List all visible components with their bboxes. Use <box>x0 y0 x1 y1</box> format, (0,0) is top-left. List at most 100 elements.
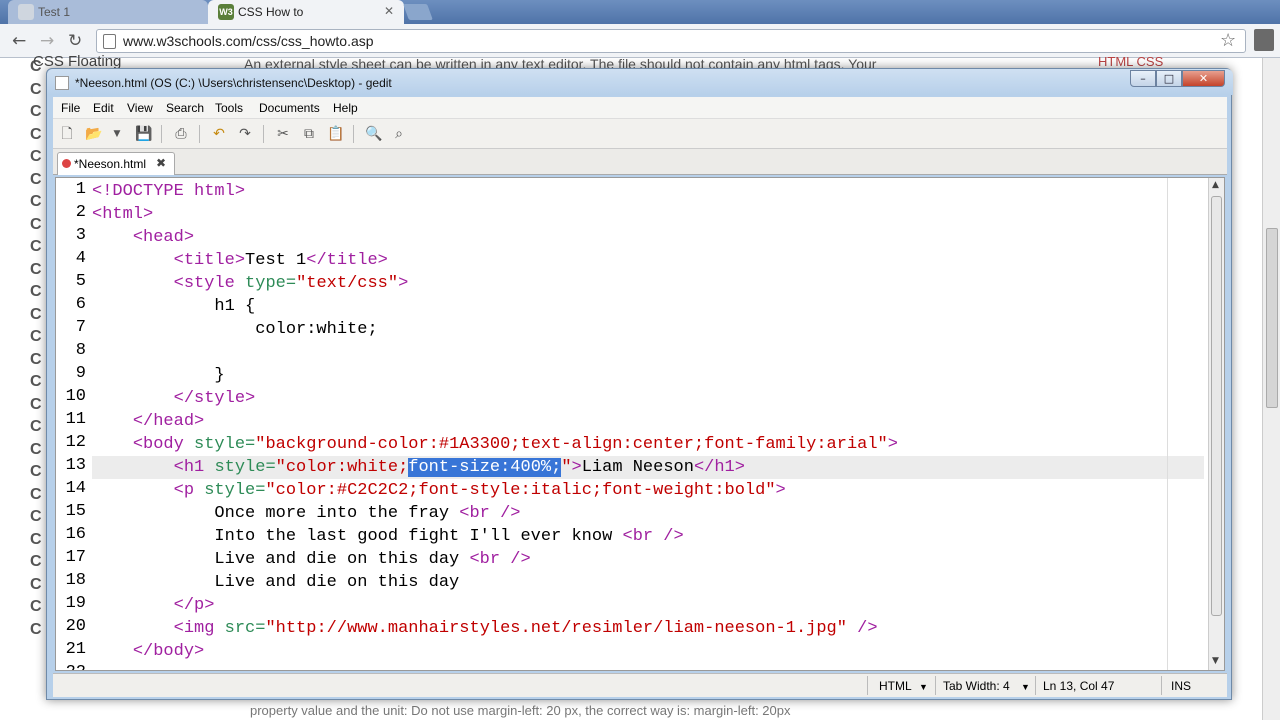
code-token: style= <box>214 458 276 477</box>
find-replace-icon[interactable]: ⌕ <box>391 126 407 142</box>
code-line[interactable]: <img src="http://www.manhairstyles.net/r… <box>92 617 878 640</box>
scroll-up-icon[interactable]: ▲ <box>1212 180 1219 190</box>
code-line[interactable]: Once more into the fray <br /> <box>92 502 520 525</box>
editor-scrollbar[interactable]: ▲ ▼ <box>1208 178 1224 670</box>
paste-icon[interactable]: 📋 <box>327 126 344 142</box>
code-line[interactable]: <head> <box>92 226 194 249</box>
browser-tab-css-how-to[interactable]: W3 CSS How to ✕ <box>208 0 404 24</box>
language-selector[interactable]: HTML <box>879 679 912 693</box>
code-line[interactable]: } <box>92 364 224 387</box>
code-token: Liam Neeson <box>581 458 694 477</box>
undo-icon[interactable]: ↶ <box>211 126 227 142</box>
open-document-icon[interactable]: 📂 <box>85 126 102 142</box>
web-page-nav-link[interactable]: HTML CSS <box>1098 54 1163 69</box>
code-line[interactable]: <title>Test 1</title> <box>92 249 388 272</box>
new-document-icon[interactable]: 🗋 <box>59 126 75 142</box>
window-titlebar[interactable]: *Neeson.html (OS (C:) \Users\christensen… <box>47 69 1233 95</box>
document-tab-neeson[interactable]: *Neeson.html ✖ <box>57 152 175 175</box>
line-number: 14 <box>65 479 86 498</box>
line-number: 15 <box>65 502 86 521</box>
browser-tab-test1[interactable]: Test 1 <box>8 0 208 24</box>
close-window-icon[interactable]: ✕ <box>1182 70 1225 87</box>
code-line[interactable]: </head> <box>92 410 204 433</box>
address-bar[interactable]: www.w3schools.com/css/css_howto.asp <box>96 29 1246 53</box>
code-token: "text/css" <box>296 274 399 293</box>
code-line[interactable]: Live and die on this day <br /> <box>92 548 531 571</box>
toolbar-separator <box>263 125 264 143</box>
language-dropdown-icon[interactable]: ▼ <box>919 682 928 692</box>
status-separator <box>935 676 936 695</box>
code-token: </style> <box>173 389 256 408</box>
close-document-icon[interactable]: ✖ <box>156 156 166 170</box>
code-token: "http://www.manhairstyles.net/resimler/l… <box>265 619 847 638</box>
close-tab-icon[interactable]: ✕ <box>384 4 394 18</box>
code-token: <br /> <box>469 550 531 569</box>
copy-icon[interactable]: ⧉ <box>301 126 317 142</box>
page-favicon-icon <box>18 4 34 20</box>
scrollbar-thumb[interactable] <box>1266 228 1278 408</box>
code-token: src= <box>224 619 266 638</box>
menu-help[interactable]: Help <box>333 101 358 115</box>
tab-width-selector[interactable]: Tab Width: 4 <box>943 679 1010 693</box>
minimize-icon[interactable]: – <box>1130 70 1156 87</box>
code-line[interactable]: <p style="color:#C2C2C2;font-style:itali… <box>92 479 786 502</box>
menu-documents[interactable]: Documents <box>259 101 320 115</box>
menu-edit[interactable]: Edit <box>93 101 114 115</box>
cut-icon[interactable]: ✂ <box>275 126 291 142</box>
menu-tools[interactable]: Tools <box>215 101 243 115</box>
code-editor[interactable]: 12345678910111213141516171819202122 <!DO… <box>55 177 1225 671</box>
line-number-gutter: 12345678910111213141516171819202122 <box>56 178 90 670</box>
code-line[interactable]: <html> <box>92 203 153 226</box>
status-separator <box>1161 676 1162 695</box>
forward-icon[interactable]: → <box>40 31 54 51</box>
code-line[interactable]: color:white; <box>92 318 378 341</box>
editor-scrollbar-thumb[interactable] <box>1211 196 1222 616</box>
code-token: type= <box>245 274 297 293</box>
html-file-icon <box>62 159 71 168</box>
menu-view[interactable]: View <box>127 101 153 115</box>
code-line[interactable]: <body style="background-color:#1A3300;te… <box>92 433 898 456</box>
web-page-scrollbar[interactable] <box>1262 58 1280 720</box>
code-token: Once more into the fray <box>92 504 460 523</box>
menu-search[interactable]: Search <box>166 101 204 115</box>
code-token: <body <box>132 435 195 454</box>
code-line[interactable]: <style type="text/css"> <box>92 272 409 295</box>
wrench-menu-icon[interactable] <box>1254 29 1274 51</box>
line-number: 18 <box>65 571 86 590</box>
code-text-area[interactable]: <!DOCTYPE html> <html> <head> <title>Test… <box>92 178 1204 670</box>
code-line[interactable]: </p> <box>92 594 215 617</box>
print-icon[interactable]: ⎙ <box>173 126 189 142</box>
code-line[interactable]: Live and die on this day <box>92 571 459 594</box>
code-line[interactable]: </body> <box>92 640 204 663</box>
code-line[interactable]: <h1 style="color:white;font-size:400%;">… <box>92 456 745 479</box>
bookmark-star-icon[interactable]: ☆ <box>1220 30 1236 51</box>
code-line[interactable]: Into the last good fight I'll ever know … <box>92 525 683 548</box>
insert-mode: INS <box>1171 679 1192 693</box>
code-token: <!DOCTYPE html> <box>92 182 246 201</box>
code-line[interactable]: <!DOCTYPE html> <box>92 180 245 203</box>
back-icon[interactable]: ← <box>12 31 26 51</box>
document-tabs: *Neeson.html ✖ <box>53 149 1227 175</box>
code-line[interactable]: </style> <box>92 387 256 410</box>
code-line[interactable]: h1 { <box>92 295 255 318</box>
maximize-icon[interactable]: □ <box>1156 70 1182 87</box>
reload-icon[interactable]: ↻ <box>68 31 82 51</box>
code-token: > <box>398 274 409 293</box>
find-icon[interactable]: 🔍 <box>365 126 382 142</box>
tab-width-dropdown-icon[interactable]: ▼ <box>1021 682 1030 692</box>
redo-icon[interactable]: ↷ <box>237 126 253 142</box>
code-token: Live and die on this day <box>92 550 470 569</box>
code-token: color:white; <box>92 320 378 339</box>
open-dropdown-icon[interactable]: ▼ <box>109 126 125 142</box>
scroll-down-icon[interactable]: ▼ <box>1212 656 1219 666</box>
cursor-position: Ln 13, Col 47 <box>1043 679 1115 693</box>
address-url: www.w3schools.com/css/css_howto.asp <box>123 33 374 49</box>
save-icon[interactable]: 💾 <box>135 126 152 142</box>
browser-tab-label: Test 1 <box>38 5 71 19</box>
code-token: Test 1 <box>245 251 307 270</box>
menu-file[interactable]: File <box>61 101 80 115</box>
line-number: 1 <box>75 180 86 199</box>
new-tab-button[interactable] <box>403 4 433 20</box>
